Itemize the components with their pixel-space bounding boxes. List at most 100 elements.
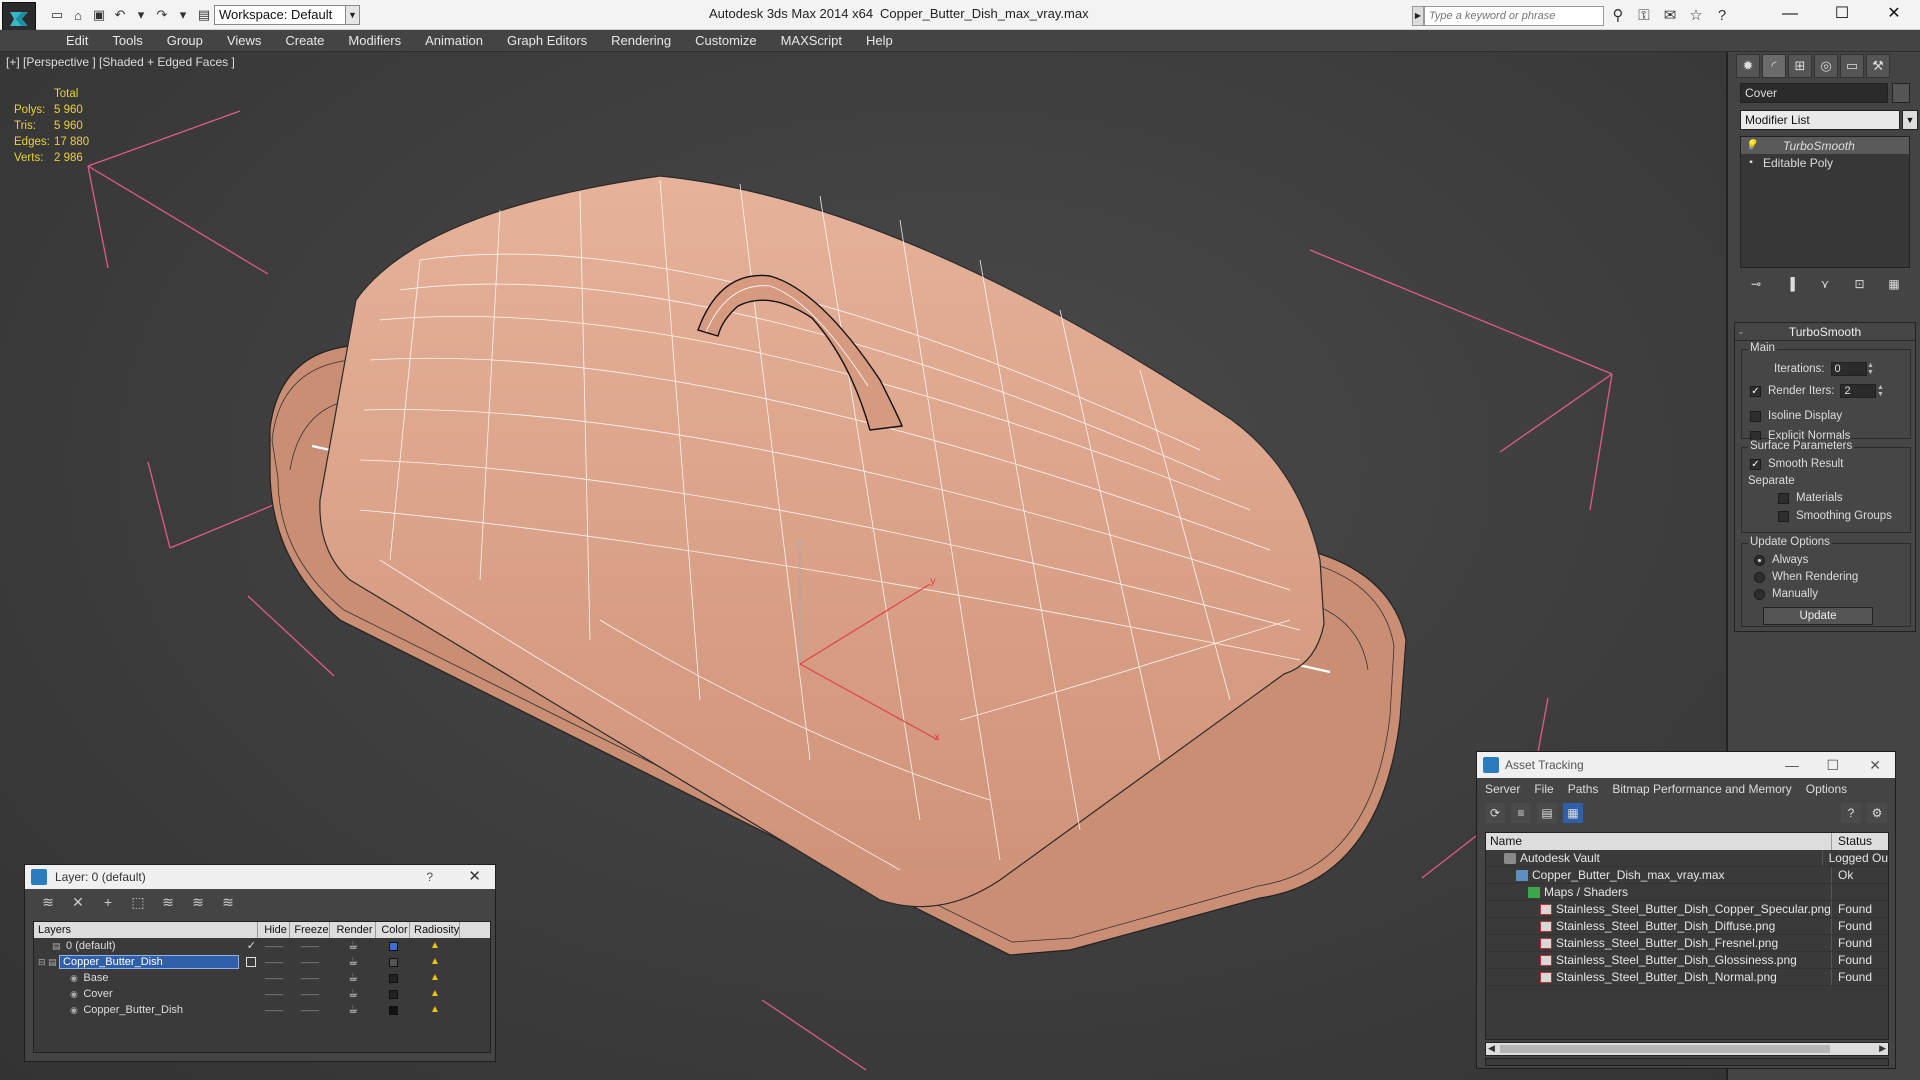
materials-checkbox[interactable] [1778,492,1789,504]
layer-name[interactable]: 0 (default) [63,940,119,954]
isoline-row[interactable]: Isoline Display [1750,410,1842,422]
hide-all-icon[interactable]: ≋ [187,892,209,912]
table-row[interactable]: ▤ 0 (default) ✓ —— —— ☕ ▲ [34,938,490,954]
table-row[interactable]: Stainless_Steel_Butter_Dish_Fresnel.png F… [1486,935,1888,952]
redo-icon[interactable]: ↷ [153,6,171,24]
asset-dialog-titlebar[interactable]: Asset Tracking — ☐ ✕ [1477,752,1895,778]
smooth-result-checkbox[interactable]: ✓ [1750,458,1761,470]
menu-graph-editors[interactable]: Graph Editors [495,30,599,51]
modifier-list-arrow-icon[interactable]: ▼ [1902,110,1918,130]
menu-views[interactable]: Views [215,30,273,51]
hide-toggle[interactable]: —— [258,986,290,1002]
list-view-icon[interactable]: ≡ [1511,803,1531,823]
expand-plus-icon[interactable]: ▪ [1745,157,1757,169]
freeze-toggle[interactable]: —— [290,970,330,986]
menu-rendering[interactable]: Rendering [599,30,683,51]
binoculars-icon[interactable]: ⚲ [1608,6,1628,26]
maximize-button[interactable]: ☐ [1826,752,1839,778]
delete-layer-icon[interactable]: ✕ [67,892,89,912]
table-row[interactable]: Copper_Butter_Dish_max_vray.max Ok [1486,867,1888,884]
lightbulb-icon[interactable]: 💡 [1745,140,1757,152]
radiosity-icon[interactable]: ▲ [410,1002,460,1018]
hide-toggle[interactable]: —— [258,1002,290,1018]
configure-sets-icon[interactable]: ▦ [1884,274,1904,294]
make-unique-icon[interactable]: ⋎ [1815,274,1835,294]
hide-toggle[interactable]: —— [258,954,290,970]
settings-icon[interactable]: ⚙ [1867,803,1887,823]
always-row[interactable]: Always [1754,554,1808,566]
radiosity-icon[interactable]: ▲ [410,938,460,954]
minimize-button[interactable]: — [1785,752,1799,778]
menu-options[interactable]: Options [1806,778,1847,800]
manually-row[interactable]: Manually [1754,588,1818,600]
motion-tab-icon[interactable]: ◎ [1814,54,1838,78]
object-color-swatch[interactable] [388,973,398,983]
table-row[interactable]: Maps / Shaders [1486,884,1888,901]
display-tab-icon[interactable]: ▭ [1840,54,1864,78]
render-teapot-icon[interactable]: ☕ [330,954,376,970]
isoline-checkbox[interactable] [1750,410,1761,422]
manually-radio[interactable] [1754,588,1765,600]
spinner-arrows-icon[interactable]: ▲ ▼ [1876,384,1884,398]
communication-icon[interactable]: ✉ [1660,6,1680,26]
modify-tab-icon[interactable]: ◜ [1762,54,1786,78]
pin-stack-icon[interactable]: ⊸ [1746,274,1766,294]
close-button[interactable]: ✕ [1869,752,1881,778]
table-row[interactable]: Stainless_Steel_Butter_Dish_Copper_Specu… [1486,901,1888,918]
table-row[interactable]: Stainless_Steel_Butter_Dish_Normal.png Fo… [1486,969,1888,986]
menu-help[interactable]: Help [854,30,905,51]
rollout-header[interactable]: - TurboSmooth [1735,323,1915,341]
table-row[interactable]: ◉ Base —— —— ☕ ▲ [34,970,490,986]
render-teapot-icon[interactable]: ☕ [330,970,376,986]
object-color-swatch[interactable] [388,989,398,999]
workspace-dropdown-arrow-icon[interactable]: ▼ [346,5,360,25]
favorites-star-icon[interactable]: ☆ [1686,6,1706,26]
undo-dropdown-icon[interactable]: ▾ [132,6,150,24]
freeze-toggle[interactable]: —— [290,938,330,954]
close-button[interactable]: ✕ [468,865,481,889]
freeze-toggle[interactable]: —— [290,986,330,1002]
scrollbar-thumb[interactable] [1500,1045,1830,1053]
render-iters-checkbox[interactable]: ✓ [1750,385,1761,397]
always-radio[interactable] [1754,554,1765,566]
hierarchy-tab-icon[interactable]: ⊞ [1788,54,1812,78]
help-icon[interactable]: ? [1841,803,1861,823]
when-rendering-row[interactable]: When Rendering [1754,571,1858,583]
menu-modifiers[interactable]: Modifiers [336,30,413,51]
menu-customize[interactable]: Customize [683,30,768,51]
table-row[interactable]: ◉ Cover —— —— ☕ ▲ [34,986,490,1002]
menu-server[interactable]: Server [1485,778,1520,800]
search-input[interactable] [1424,6,1604,26]
radiosity-icon[interactable]: ▲ [410,986,460,1002]
subscription-icon[interactable]: ⚿ [1634,6,1654,26]
current-layer-box-icon[interactable] [246,957,256,967]
freeze-all-icon[interactable]: ≋ [217,892,239,912]
stack-item-editable-poly[interactable]: ▪ Editable Poly [1741,154,1909,171]
help-icon[interactable]: ? [1712,6,1732,26]
refresh-icon[interactable]: ⟳ [1485,803,1505,823]
render-iters-spinner[interactable]: 2 [1840,384,1877,398]
remove-modifier-icon[interactable]: ⊡ [1850,274,1870,294]
help-button[interactable]: ? [426,865,433,889]
materials-row[interactable]: Materials [1778,492,1843,504]
layer-name[interactable]: Copper_Butter_Dish [59,955,240,969]
table-row[interactable]: Stainless_Steel_Butter_Dish_Glossiness.p… [1486,952,1888,969]
table-row[interactable]: Autodesk Vault Logged Ou [1486,850,1888,867]
freeze-toggle[interactable]: —— [290,1002,330,1018]
object-name[interactable]: Copper_Butter_Dish [80,1004,186,1018]
hide-toggle[interactable]: —— [258,938,290,954]
grid-view-icon[interactable]: ▦ [1563,803,1583,823]
table-row[interactable]: Stainless_Steel_Butter_Dish_Diffuse.png F… [1486,918,1888,935]
render-teapot-icon[interactable]: ☕ [330,938,376,954]
smooth-result-row[interactable]: ✓ Smooth Result [1750,458,1843,470]
viewport-label[interactable]: [+] [Perspective ] [Shaded + Edged Faces… [6,55,235,69]
stack-item-turbosmooth[interactable]: 💡 TurboSmooth [1741,137,1909,154]
show-end-result-icon[interactable]: ▐ [1781,274,1801,294]
create-tab-icon[interactable]: ✹ [1736,54,1760,78]
render-teapot-icon[interactable]: ☕ [330,986,376,1002]
modifier-list-dropdown[interactable]: Modifier List [1740,110,1900,130]
spinner-arrows-icon[interactable]: ▲ ▼ [1867,362,1875,376]
scroll-left-icon[interactable]: ◀ [1488,1043,1495,1054]
menu-create[interactable]: Create [273,30,336,51]
open-file-icon[interactable]: ⌂ [69,6,87,24]
